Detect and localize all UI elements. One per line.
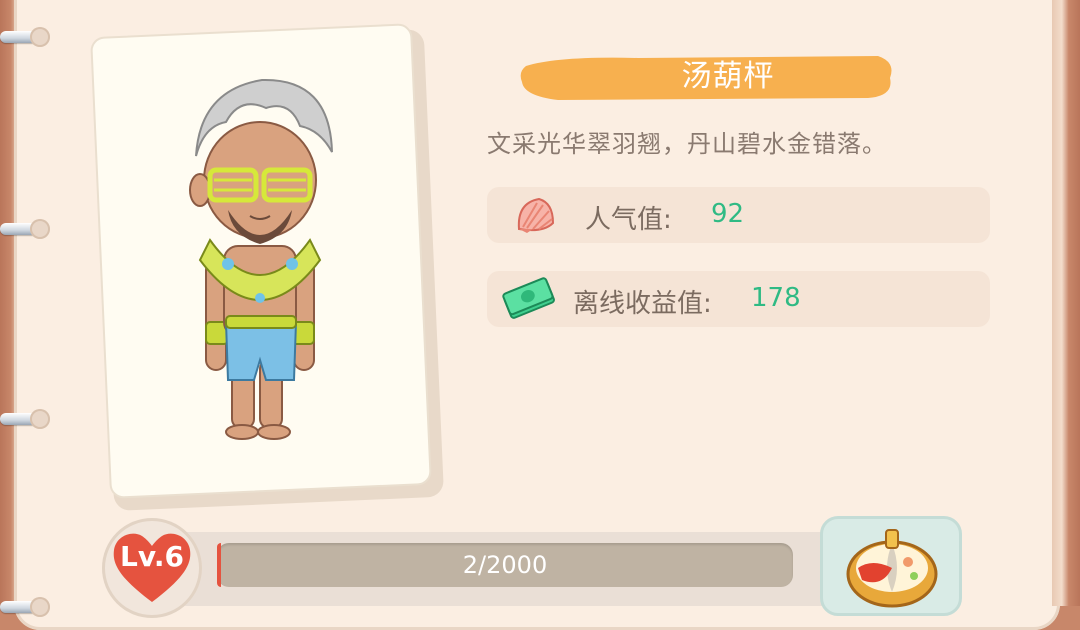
character-description: 文采光华翠羽翘，丹山碧水金错落。	[487, 130, 887, 158]
notebook-right-edge	[1052, 0, 1080, 606]
stat-offline-income-label: 离线收益值:	[573, 289, 712, 319]
character-portrait	[189, 78, 333, 440]
stat-popularity-value: 92	[711, 199, 745, 229]
level-label: Lv.6	[120, 540, 184, 573]
stat-popularity: 人气值: 92	[487, 187, 990, 243]
cash-icon	[502, 277, 555, 319]
stat-popularity-label: 人气值:	[585, 205, 672, 235]
level-progress-text: 2/2000	[462, 551, 548, 579]
stat-offline-income: 离线收益值: 178	[487, 271, 990, 327]
binder-ring	[0, 26, 52, 48]
binder-ring	[0, 596, 52, 618]
stat-offline-income-value: 178	[751, 283, 801, 313]
shell-icon	[517, 197, 555, 233]
level-progress-bar: 2/2000	[217, 543, 793, 587]
hotpot-dish-icon	[846, 529, 938, 608]
binder-ring	[0, 218, 52, 240]
character-name: 汤葫枰	[681, 59, 775, 94]
binder-ring	[0, 408, 52, 430]
